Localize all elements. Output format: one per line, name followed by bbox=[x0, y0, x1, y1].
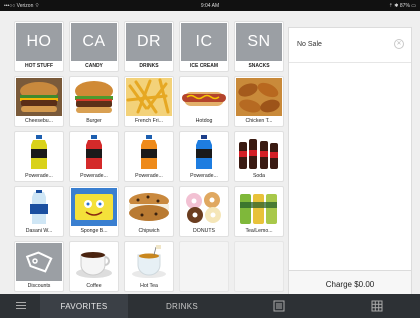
tile-label: Chipwich bbox=[138, 228, 160, 234]
tile-label: Chicken T... bbox=[245, 118, 273, 124]
tile-label: DONUTS bbox=[193, 228, 215, 234]
item-tile-cheeseburger[interactable]: Cheesebu... bbox=[14, 76, 64, 127]
powerade-blue-image bbox=[181, 133, 227, 171]
category-tile-drinks[interactable]: DR DRINKS bbox=[124, 21, 174, 72]
bottom-navigation-bar: FAVORITES DRINKS bbox=[0, 294, 420, 318]
tile-label: CANDY bbox=[85, 63, 103, 69]
discount-tag-icon bbox=[16, 243, 62, 281]
order-panel: No Sale ✕ Charge $0.00 bbox=[288, 27, 412, 299]
tab-drinks[interactable]: DRINKS bbox=[128, 294, 236, 318]
donuts-image bbox=[181, 188, 227, 226]
cheeseburger-image bbox=[16, 78, 62, 116]
battery-indicator: ⇡ ✱ 87% ▭ bbox=[388, 3, 416, 9]
status-time: 9:04 AM bbox=[200, 3, 220, 9]
item-tile-burger[interactable]: Burger bbox=[69, 76, 119, 127]
item-tile-dasani-water[interactable]: Dasani W... bbox=[14, 186, 64, 237]
item-tile-soda[interactable]: Soda bbox=[234, 131, 284, 182]
item-tile-hotdog[interactable]: Hotdog bbox=[179, 76, 229, 127]
french-fries-image bbox=[126, 78, 172, 116]
status-bar: •••○○ Verizon ⌔ 9:04 AM ⇡ ✱ 87% ▭ bbox=[0, 0, 420, 11]
item-tile-sponge-bob[interactable]: Sponge B... bbox=[69, 186, 119, 237]
hamburger-menu-icon[interactable] bbox=[16, 302, 26, 310]
dasani-water-image bbox=[16, 188, 62, 226]
category-tile-snacks[interactable]: SN SNACKS bbox=[234, 21, 284, 72]
category-tile-candy[interactable]: CA CANDY bbox=[69, 21, 119, 72]
tea-lemonade-image bbox=[236, 188, 282, 226]
item-tile-donuts[interactable]: DONUTS bbox=[179, 186, 229, 237]
chipwich-image bbox=[126, 188, 172, 226]
tile-label: Dasani W... bbox=[25, 228, 53, 234]
item-tile-discounts[interactable]: Discounts bbox=[14, 241, 64, 292]
item-tile-french-fries[interactable]: French Fri... bbox=[124, 76, 174, 127]
tile-label: HOT STUFF bbox=[24, 63, 54, 69]
tile-label: Discounts bbox=[27, 283, 51, 289]
item-tile-hot-tea[interactable]: Hot Tea bbox=[124, 241, 174, 292]
item-tile-coffee[interactable]: Coffee bbox=[69, 241, 119, 292]
item-tile-tea-lemonade[interactable]: Tea/Lemo... bbox=[234, 186, 284, 237]
keypad-icon[interactable] bbox=[273, 300, 285, 312]
item-tile-powerade-orange[interactable]: Powerade... bbox=[124, 131, 174, 182]
tile-label: DRINKS bbox=[139, 63, 159, 69]
tile-label: Sponge B... bbox=[80, 228, 108, 234]
category-abbr: SN bbox=[247, 33, 271, 50]
tab-favorites[interactable]: FAVORITES bbox=[40, 294, 128, 318]
tile-label: Hotdog bbox=[195, 118, 213, 124]
empty-tile-slot[interactable] bbox=[234, 241, 284, 292]
order-title: No Sale bbox=[297, 41, 322, 48]
grid-icon[interactable] bbox=[371, 300, 383, 312]
tile-label: ICE CREAM bbox=[189, 63, 219, 69]
item-tile-powerade-blue[interactable]: Powerade... bbox=[179, 131, 229, 182]
category-tile-ice-cream[interactable]: IC ICE CREAM bbox=[179, 21, 229, 72]
tile-label: Powerade... bbox=[80, 173, 108, 179]
empty-tile-slot[interactable] bbox=[179, 241, 229, 292]
category-abbr: DR bbox=[136, 33, 162, 50]
spongebob-pop-image bbox=[71, 188, 117, 226]
tile-label: Hot Tea bbox=[140, 283, 158, 289]
tile-label: Powerade... bbox=[190, 173, 218, 179]
tile-label: Tea/Lemo... bbox=[245, 228, 273, 234]
tile-label: French Fri... bbox=[135, 118, 163, 124]
main-area: HO HOT STUFF CA CANDY DR DRINKS IC ICE C… bbox=[0, 11, 420, 299]
category-abbr: CA bbox=[82, 33, 106, 50]
item-tile-chicken-tenders[interactable]: Chicken T... bbox=[234, 76, 284, 127]
item-tile-powerade-yellow[interactable]: Powerade... bbox=[14, 131, 64, 182]
category-abbr: HO bbox=[26, 33, 52, 50]
divider bbox=[289, 62, 411, 63]
tile-label: SNACKS bbox=[248, 63, 270, 69]
powerade-orange-image bbox=[126, 133, 172, 171]
item-tile-chipwich[interactable]: Chipwich bbox=[124, 186, 174, 237]
chicken-tenders-image bbox=[236, 78, 282, 116]
category-tile-hot-stuff[interactable]: HO HOT STUFF bbox=[14, 21, 64, 72]
hot-tea-image bbox=[126, 243, 172, 281]
close-circle-icon[interactable]: ✕ bbox=[394, 39, 404, 49]
tile-label: Cheesebu... bbox=[25, 118, 53, 124]
tile-label: Coffee bbox=[86, 283, 102, 289]
hotdog-image bbox=[181, 78, 227, 116]
tile-label: Powerade... bbox=[25, 173, 53, 179]
tile-label: Powerade... bbox=[135, 173, 163, 179]
coffee-image bbox=[71, 243, 117, 281]
item-tile-powerade-red[interactable]: Powerade... bbox=[69, 131, 119, 182]
burger-image bbox=[71, 78, 117, 116]
soda-bottles-image bbox=[236, 133, 282, 171]
powerade-red-image bbox=[71, 133, 117, 171]
tile-label: Burger bbox=[86, 118, 102, 124]
powerade-yellow-image bbox=[16, 133, 62, 171]
category-abbr: IC bbox=[195, 33, 213, 50]
tile-label: Soda bbox=[252, 173, 266, 179]
